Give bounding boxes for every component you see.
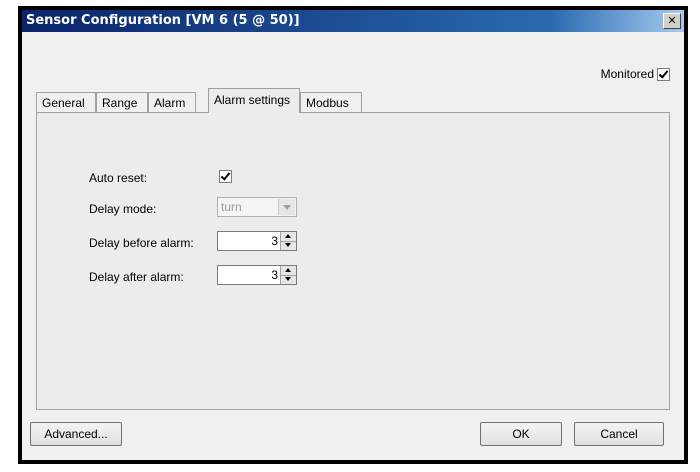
delay-mode-value: turn bbox=[221, 200, 242, 214]
close-icon: ✕ bbox=[667, 14, 677, 27]
decrement-down-icon[interactable] bbox=[281, 241, 296, 250]
auto-reset-checkbox[interactable] bbox=[219, 170, 232, 183]
alarm-settings-panel: Auto reset: Delay mode: turn Delay befor… bbox=[36, 112, 670, 410]
delay-before-alarm-value: 3 bbox=[271, 234, 278, 248]
tab-alarm[interactable]: Alarm bbox=[148, 92, 196, 112]
monitored-toggle[interactable]: Monitored bbox=[601, 67, 670, 81]
chevron-down-icon[interactable] bbox=[278, 199, 295, 215]
delay-after-alarm-value: 3 bbox=[271, 268, 278, 282]
delay-mode-select[interactable]: turn bbox=[217, 197, 297, 217]
monitored-checkbox[interactable] bbox=[657, 67, 670, 81]
title-bar[interactable]: Sensor Configuration [VM 6 (5 @ 50)] ✕ bbox=[22, 10, 684, 32]
ok-button[interactable]: OK bbox=[480, 422, 562, 446]
tab-alarm-settings[interactable]: Alarm settings bbox=[208, 88, 300, 113]
tab-modbus[interactable]: Modbus bbox=[300, 92, 362, 112]
auto-reset-label: Auto reset: bbox=[89, 171, 148, 185]
sensor-configuration-dialog: Sensor Configuration [VM 6 (5 @ 50)] ✕ M… bbox=[22, 10, 684, 460]
tab-range[interactable]: Range bbox=[96, 92, 148, 112]
advanced-button[interactable]: Advanced... bbox=[30, 422, 122, 446]
delay-before-alarm-stepper[interactable]: 3 bbox=[217, 231, 297, 251]
delay-mode-label: Delay mode: bbox=[89, 202, 157, 216]
decrement-down-icon[interactable] bbox=[281, 275, 296, 284]
cancel-button[interactable]: Cancel bbox=[574, 422, 664, 446]
monitored-label: Monitored bbox=[600, 67, 654, 81]
close-button[interactable]: ✕ bbox=[663, 13, 681, 29]
window-title: Sensor Configuration [VM 6 (5 @ 50)] bbox=[26, 13, 300, 28]
tab-general[interactable]: General bbox=[36, 92, 96, 112]
delay-after-alarm-label: Delay after alarm: bbox=[89, 270, 184, 284]
delay-after-alarm-stepper[interactable]: 3 bbox=[217, 265, 297, 285]
delay-before-alarm-label: Delay before alarm: bbox=[89, 236, 194, 250]
